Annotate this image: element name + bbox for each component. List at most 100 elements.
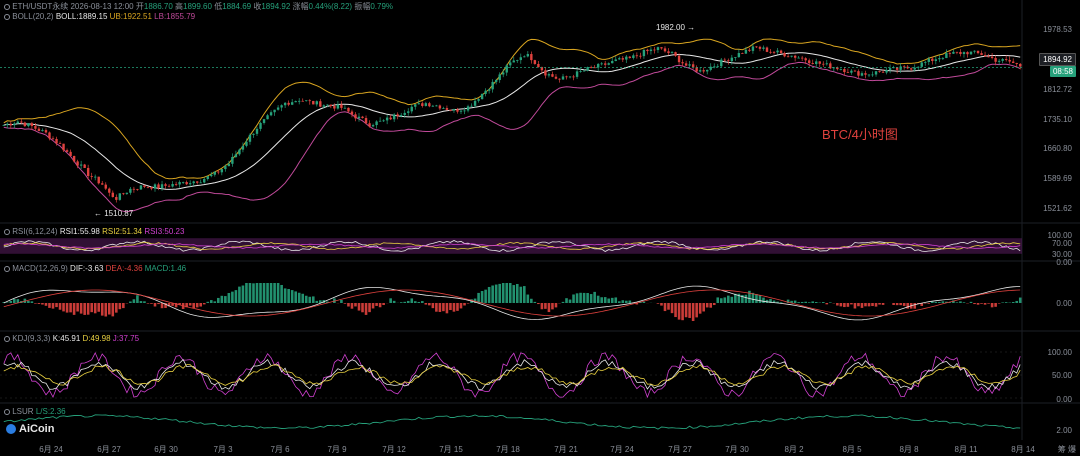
macd-bar <box>973 303 976 305</box>
macd-bar <box>857 303 860 307</box>
eye-icon[interactable] <box>4 229 10 235</box>
candle-body <box>853 70 857 72</box>
macd-bar <box>895 303 899 306</box>
candle-body <box>498 74 501 81</box>
macd-bar <box>501 283 505 303</box>
macd-bar <box>537 303 540 305</box>
candle-body <box>480 93 484 100</box>
macd-bar <box>238 286 241 303</box>
macd-bar <box>748 290 751 303</box>
eye-icon[interactable] <box>4 266 10 272</box>
corner-label[interactable]: 筹 爆 <box>1058 445 1076 455</box>
macd-bar <box>157 303 160 305</box>
macd-bar <box>512 285 516 303</box>
macd-bar <box>871 303 874 307</box>
candle-body <box>104 184 107 189</box>
candle-body <box>582 70 586 72</box>
candle-body <box>554 76 558 79</box>
lsur-legend[interactable]: LSUR L/S:2.36 <box>4 407 66 417</box>
candle-body <box>804 58 807 61</box>
candle-body <box>737 53 741 58</box>
candle-body <box>301 100 304 102</box>
candle-body <box>431 105 435 107</box>
candle-body <box>952 51 955 54</box>
candle-body <box>523 56 526 58</box>
candle-body <box>347 107 350 112</box>
macd-bar <box>41 303 44 305</box>
candle-body <box>748 49 751 51</box>
symbol[interactable]: ETH/USDT永续 <box>12 2 68 11</box>
candle-body <box>938 58 941 60</box>
macd-bar <box>104 303 108 317</box>
candle-body <box>37 128 41 132</box>
candle-body <box>611 60 614 64</box>
price-axis-label: 1660.80 <box>1043 144 1072 153</box>
macd-bar <box>892 303 895 305</box>
eye-icon[interactable] <box>4 409 10 415</box>
price-axis-label: 1978.53 <box>1043 25 1072 34</box>
candle-body <box>744 49 748 54</box>
macd-bar <box>853 303 857 309</box>
kdj-axis-label: 50.00 <box>1051 371 1072 380</box>
eye-icon[interactable] <box>4 336 10 342</box>
candle-body <box>234 154 238 157</box>
candle-body <box>969 51 973 55</box>
macd-bar <box>213 301 217 303</box>
kdj-legend[interactable]: KDJ(9,3,3) K:45.91 D:49.98 J:37.75 <box>4 334 139 344</box>
x-axis-label: 7月 30 <box>725 445 749 454</box>
macd-bar <box>864 303 867 307</box>
candle-body <box>276 107 280 110</box>
macd-bar <box>709 303 713 308</box>
x-axis-label: 6月 30 <box>154 445 178 454</box>
macd-bar <box>459 303 463 309</box>
macd-bar <box>280 284 283 303</box>
candle-body <box>220 169 224 173</box>
macd-bar <box>839 303 843 307</box>
candle-body <box>487 89 491 91</box>
candle-body <box>695 67 698 72</box>
candle-body <box>48 132 51 139</box>
macd-bar <box>220 295 224 303</box>
price-axis-label: 1735.10 <box>1043 115 1072 124</box>
macd-bar <box>797 302 800 303</box>
candle-body <box>259 122 262 129</box>
eye-icon[interactable] <box>4 14 10 20</box>
macd-bar <box>656 303 660 304</box>
candle-body <box>646 49 649 52</box>
macd-bar <box>234 290 238 303</box>
boll-legend[interactable]: BOLL(20,2) BOLL:1889.15 UB:1922.51 LB:18… <box>4 12 195 22</box>
candle-body <box>505 65 508 73</box>
amp-value: 0.79% <box>370 2 394 11</box>
eye-icon[interactable] <box>4 4 10 10</box>
candle-body <box>551 74 554 77</box>
candle-body <box>185 182 188 185</box>
candle-body <box>125 192 129 194</box>
candle-body <box>287 102 290 105</box>
macd-bar <box>955 302 959 303</box>
rsi-axis-label: 0.00 <box>1056 258 1072 267</box>
candle-body <box>973 50 976 52</box>
macd-bar <box>69 303 72 313</box>
rsi-legend[interactable]: RSI(6,12,24) RSI1:55.98 RSI2:51.34 RSI3:… <box>4 227 184 237</box>
candle-body <box>139 185 143 190</box>
macd-bar <box>361 303 364 313</box>
macd-bar <box>294 291 297 303</box>
candle-body <box>494 80 498 82</box>
candle-body <box>13 123 16 126</box>
macd-bar <box>343 303 347 304</box>
macd-bar <box>625 300 628 303</box>
candle-body <box>755 46 758 48</box>
macd-bar <box>878 303 881 305</box>
candle-body <box>392 114 396 120</box>
macd-bar <box>97 303 101 312</box>
candle-body <box>568 76 572 78</box>
candle-body <box>990 56 994 59</box>
macd-legend[interactable]: MACD(12,26,9) DIF:-3.63 DEA:-4.36 MACD:1… <box>4 264 186 274</box>
macd-bar <box>698 303 702 314</box>
candle-body <box>783 53 786 57</box>
candle-body <box>9 123 12 126</box>
high-marker: 1982.00 → <box>656 23 696 32</box>
macd-bar <box>431 303 435 309</box>
macd-bar <box>600 297 603 303</box>
macd-bar <box>428 303 431 306</box>
